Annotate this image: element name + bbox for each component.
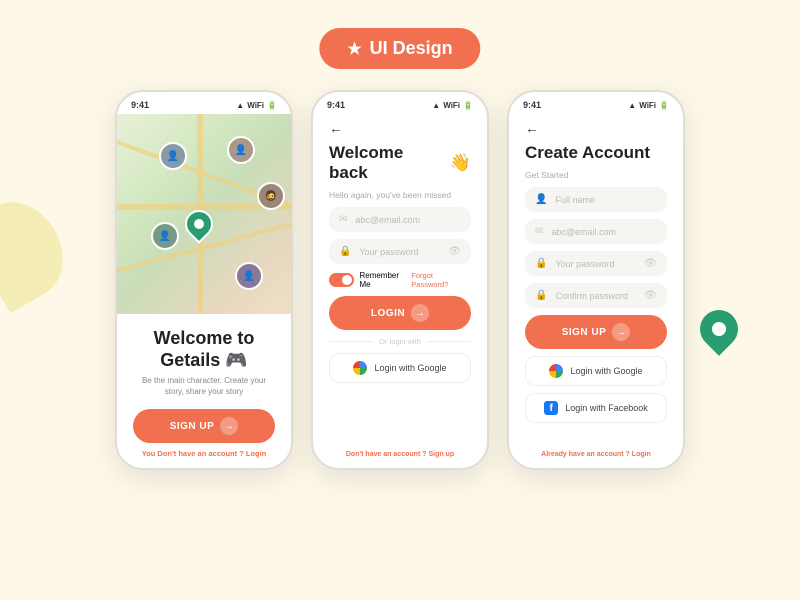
phone2-body: ← Welcome back 👋 Hello again, you've bee…: [313, 114, 487, 468]
welcome-title-line2: Getails 🎮: [133, 350, 275, 372]
remember-label: Remember Me: [359, 271, 411, 289]
phones-container: 9:41 ▲ WiFi 🔋 👤 👤 🧔 👤 👤 Welcome to Getai…: [115, 90, 685, 470]
create-account-subtitle: Get Started: [525, 170, 667, 180]
person-icon: 👤: [535, 194, 547, 205]
avatar-pin-3: 🧔: [257, 182, 285, 210]
right-pin-decoration: [692, 302, 746, 356]
phone1-body: Welcome to Getails 🎮 Be the main charact…: [117, 314, 291, 468]
arrow-icon-3: →: [612, 323, 630, 341]
google-icon-3: [549, 364, 563, 378]
lock-icon-3: 🔒: [535, 258, 547, 269]
arrow-icon: →: [220, 417, 238, 435]
status-time-1: 9:41: [131, 100, 149, 110]
avatar-pin-1: 👤: [159, 142, 187, 170]
back-button-2[interactable]: ←: [329, 120, 471, 136]
create-account-title: Create Account: [525, 143, 667, 163]
status-time-2: 9:41: [327, 100, 345, 110]
status-icons-1: ▲ WiFi 🔋: [236, 101, 277, 110]
facebook-label: Login with Facebook: [565, 403, 648, 413]
forgot-password-link[interactable]: Forgot Password?: [411, 271, 471, 289]
welcome-subtitle: Be the main character. Create your story…: [133, 375, 275, 397]
location-pin: [179, 204, 219, 244]
remember-toggle[interactable]: [329, 273, 354, 287]
divider-text: Or login with: [379, 337, 421, 346]
email-placeholder-2: abc@email.com: [355, 215, 420, 225]
google-label-3: Login with Google: [570, 366, 642, 376]
remember-toggle-group: Remember Me: [329, 271, 411, 289]
confirm-placeholder: Confirm password: [555, 291, 628, 301]
status-icons-3: ▲ WiFi 🔋: [628, 101, 669, 110]
signup-button-phone1[interactable]: SIGN UP →: [133, 409, 275, 443]
status-icons-2: ▲ WiFi 🔋: [432, 101, 473, 110]
status-bar-1: 9:41 ▲ WiFi 🔋: [117, 92, 291, 114]
facebook-login-button[interactable]: f Login with Facebook: [525, 393, 667, 423]
google-login-button-2[interactable]: Login with Google: [329, 353, 471, 383]
facebook-icon: f: [544, 401, 558, 415]
phone-login: 9:41 ▲ WiFi 🔋 ← Welcome back 👋 Hello aga…: [311, 90, 489, 470]
remember-row: Remember Me Forgot Password?: [329, 271, 471, 289]
map-area: 👤 👤 🧔 👤 👤: [117, 114, 291, 314]
signup-link-2[interactable]: Sign up: [428, 451, 454, 458]
password-input-3[interactable]: 🔒 Your password 👁: [525, 251, 667, 276]
phone3-body: ← Create Account Get Started 👤 Full name…: [509, 114, 683, 468]
wave-emoji: 👋: [450, 153, 471, 173]
email-icon-3: ✉: [535, 226, 543, 237]
eye-icon-confirm[interactable]: 👁: [644, 290, 657, 301]
phone2-footer: Don't have an account ? Sign up: [329, 451, 471, 458]
eye-icon-2[interactable]: 👁: [448, 246, 461, 257]
status-time-3: 9:41: [523, 100, 541, 110]
lock-icon-2: 🔒: [339, 246, 351, 257]
login-link-3[interactable]: Login: [632, 451, 651, 458]
fullname-input[interactable]: 👤 Full name: [525, 187, 667, 212]
leaf-decoration: [0, 187, 80, 314]
phone-welcome: 9:41 ▲ WiFi 🔋 👤 👤 🧔 👤 👤 Welcome to Getai…: [115, 90, 293, 470]
star-icon: ★: [347, 39, 361, 59]
divider-line-left: [329, 341, 373, 342]
confirm-password-input[interactable]: 🔒 Confirm password 👁: [525, 283, 667, 308]
divider: Or login with: [329, 337, 471, 346]
signup-button-phone3[interactable]: SIGN UP →: [525, 315, 667, 349]
fullname-placeholder: Full name: [555, 195, 595, 205]
email-input-2[interactable]: ✉ abc@email.com: [329, 207, 471, 232]
ui-design-badge: ★ UI Design: [319, 28, 480, 69]
phone-create-account: 9:41 ▲ WiFi 🔋 ← Create Account Get Start…: [507, 90, 685, 470]
login-title: Welcome back 👋: [329, 143, 471, 183]
password-placeholder-3: Your password: [555, 259, 614, 269]
welcome-title-line1: Welcome to: [133, 328, 275, 350]
email-input-3[interactable]: ✉ abc@email.com: [525, 219, 667, 244]
back-button-3[interactable]: ←: [525, 120, 667, 136]
avatar-pin-5: 👤: [235, 262, 263, 290]
email-icon-2: ✉: [339, 214, 347, 225]
avatar-pin-4: 👤: [151, 222, 179, 250]
google-icon-2: [353, 361, 367, 375]
lock-icon-confirm: 🔒: [535, 290, 547, 301]
password-input-2[interactable]: 🔒 Your password 👁: [329, 239, 471, 264]
google-label-2: Login with Google: [374, 363, 446, 373]
divider-line-right: [427, 341, 471, 342]
google-login-button-3[interactable]: Login with Google: [525, 356, 667, 386]
eye-icon-3[interactable]: 👁: [644, 258, 657, 269]
phone1-footer: You Don't have an account ? Login: [133, 449, 275, 458]
login-subtitle: Hello again, you've been missed: [329, 190, 471, 200]
phone3-footer: Already have an account ? Login: [525, 451, 667, 458]
status-bar-3: 9:41 ▲ WiFi 🔋: [509, 92, 683, 114]
avatar-pin-2: 👤: [227, 136, 255, 164]
status-bar-2: 9:41 ▲ WiFi 🔋: [313, 92, 487, 114]
password-placeholder-2: Your password: [359, 247, 418, 257]
arrow-icon-2: →: [411, 304, 429, 322]
email-placeholder-3: abc@email.com: [551, 227, 616, 237]
login-button[interactable]: LOGIN →: [329, 296, 471, 330]
badge-label: UI Design: [370, 38, 453, 59]
login-link-1[interactable]: Login: [246, 449, 266, 458]
